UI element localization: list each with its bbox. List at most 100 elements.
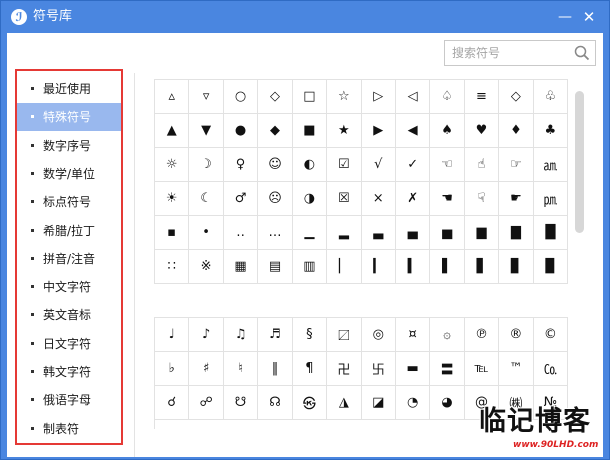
symbol-cell[interactable]: ☞ <box>499 148 534 182</box>
symbol-cell[interactable]: ۞ <box>430 318 465 352</box>
symbol-cell[interactable]: ◔ <box>395 386 431 420</box>
symbol-cell[interactable]: ® <box>499 318 534 352</box>
symbol-cell[interactable]: 卍 <box>327 352 362 386</box>
symbol-cell[interactable]: ◎ <box>361 318 396 352</box>
symbol-cell[interactable]: ¤ <box>395 318 431 352</box>
symbol-cell[interactable]: ◑ <box>292 182 328 216</box>
symbol-cell[interactable]: • <box>189 216 224 250</box>
symbol-cell[interactable]: ◕ <box>430 386 465 420</box>
symbol-cell[interactable]: ◮ <box>327 386 362 420</box>
symbol-cell[interactable]: ㏇ <box>533 352 568 386</box>
symbol-cell[interactable]: ▋ <box>464 250 500 284</box>
symbol-cell[interactable]: ▵ <box>155 80 190 114</box>
symbol-cell[interactable]: ☝ <box>464 148 500 182</box>
symbol-cell[interactable]: ▿ <box>189 80 224 114</box>
symbol-cell[interactable]: ☟ <box>464 182 500 216</box>
symbol-cell[interactable]: ♀ <box>223 148 259 182</box>
sidebar-item[interactable]: 最近使用 <box>17 75 121 103</box>
search-input[interactable] <box>445 41 569 65</box>
symbol-cell[interactable]: ▤ <box>258 250 293 284</box>
symbol-cell[interactable]: ☽ <box>189 148 224 182</box>
sidebar-item[interactable]: 数学/单位 <box>17 160 121 188</box>
symbol-cell[interactable]: ○ <box>223 80 259 114</box>
symbol-cell[interactable]: ☜ <box>430 148 465 182</box>
symbol-cell[interactable]: ★ <box>327 114 362 148</box>
symbol-cell[interactable]: ▦ <box>223 250 259 284</box>
symbol-cell[interactable]: … <box>258 216 293 250</box>
symbol-cell[interactable]: ☑ <box>327 148 362 182</box>
symbol-cell[interactable]: ◁ <box>395 80 431 114</box>
symbol-cell[interactable]: ▊ <box>499 250 534 284</box>
symbol-cell[interactable]: ♯ <box>189 352 224 386</box>
symbol-cell[interactable]: ♭ <box>155 352 190 386</box>
symbol-cell[interactable]: ☌ <box>155 386 190 420</box>
symbol-cell[interactable]: ▷ <box>361 80 396 114</box>
symbol-cell[interactable]: ♠ <box>430 114 465 148</box>
sidebar-item[interactable]: 中文字符 <box>17 273 121 301</box>
symbol-cell[interactable]: ♪ <box>189 318 224 352</box>
symbol-cell[interactable]: ♬ <box>258 318 293 352</box>
symbol-cell[interactable]: ▉ <box>533 250 569 284</box>
symbol-cell[interactable]: § <box>292 318 328 352</box>
sidebar-item[interactable]: 拼音/注音 <box>17 245 121 273</box>
symbol-cell[interactable]: ™ <box>499 352 534 386</box>
symbol-cell[interactable]: √ <box>361 148 396 182</box>
symbol-cell[interactable]: □ <box>292 80 328 114</box>
symbol-cell[interactable]: ▶ <box>361 114 396 148</box>
symbol-cell[interactable]: ♫ <box>223 318 259 352</box>
symbol-cell[interactable]: ☹ <box>258 182 293 216</box>
symbol-cell[interactable]: ☚ <box>430 182 465 216</box>
symbol-cell[interactable]: ◆ <box>258 114 293 148</box>
symbol-cell[interactable]: © <box>533 318 568 352</box>
sidebar-item[interactable]: 日文字符 <box>17 330 121 358</box>
symbol-cell[interactable]: ▼ <box>189 114 224 148</box>
sidebar-item[interactable]: 英文音标 <box>17 301 121 329</box>
sidebar-item[interactable]: 制表符 <box>17 415 121 443</box>
symbol-cell[interactable]: ▃ <box>361 216 396 250</box>
symbol-cell[interactable]: ▁ <box>292 216 328 250</box>
symbol-cell[interactable]: ▬ <box>395 352 431 386</box>
symbol-cell[interactable]: ▅ <box>430 216 465 250</box>
symbol-cell[interactable]: ㏂ <box>533 148 569 182</box>
symbol-cell[interactable]: ☼ <box>155 148 190 182</box>
symbol-cell[interactable]: ◪ <box>361 386 396 420</box>
sidebar-item[interactable]: 特殊符号 <box>17 103 121 132</box>
symbol-cell[interactable]: ☛ <box>499 182 534 216</box>
sidebar-item[interactable]: 标点符号 <box>17 188 121 216</box>
vertical-scrollbar[interactable] <box>575 91 584 233</box>
symbol-cell[interactable]: ♂ <box>223 182 259 216</box>
sidebar-item[interactable]: 俄语字母 <box>17 386 121 414</box>
symbol-cell[interactable]: ☍ <box>189 386 224 420</box>
symbol-cell[interactable]: ♦ <box>499 114 534 148</box>
symbol-cell[interactable]: ℡ <box>464 352 500 386</box>
symbol-cell[interactable]: ✓ <box>395 148 431 182</box>
symbol-cell[interactable]: ▆ <box>464 216 500 250</box>
sidebar-item[interactable]: 希腊/拉丁 <box>17 217 121 245</box>
symbol-cell[interactable]: × <box>361 182 396 216</box>
search-box[interactable] <box>444 40 596 66</box>
symbol-cell[interactable]: ‖ <box>258 352 293 386</box>
symbol-cell[interactable]: ♩ <box>155 318 190 352</box>
symbol-cell[interactable]: ☊ <box>258 386 293 420</box>
symbol-cell[interactable]: ♥ <box>464 114 500 148</box>
symbol-cell[interactable]: ♤ <box>430 80 465 114</box>
symbol-cell[interactable]: ▲ <box>155 114 190 148</box>
minimize-button[interactable]: — <box>555 7 575 27</box>
symbol-cell[interactable]: ▎ <box>361 250 396 284</box>
symbol-cell[interactable]: 〓 <box>430 352 465 386</box>
symbol-cell[interactable]: 〼 <box>327 318 362 352</box>
symbol-cell[interactable]: ℗ <box>464 318 500 352</box>
sidebar-item[interactable]: 数字序号 <box>17 132 121 160</box>
symbol-cell[interactable]: ◇ <box>499 80 534 114</box>
symbol-cell[interactable]: ♧ <box>533 80 569 114</box>
symbol-cell[interactable]: ☆ <box>327 80 362 114</box>
symbol-cell[interactable]: ✗ <box>395 182 431 216</box>
symbol-cell[interactable]: ■ <box>292 114 328 148</box>
search-icon[interactable] <box>574 45 590 61</box>
symbol-cell[interactable]: 卐 <box>361 352 396 386</box>
symbol-cell[interactable]: ☺ <box>258 148 293 182</box>
symbol-cell[interactable]: ≡ <box>464 80 500 114</box>
symbol-cell[interactable]: ‥ <box>223 216 259 250</box>
symbol-cell[interactable]: ∷ <box>155 250 190 284</box>
symbol-cell[interactable]: ♣ <box>533 114 569 148</box>
